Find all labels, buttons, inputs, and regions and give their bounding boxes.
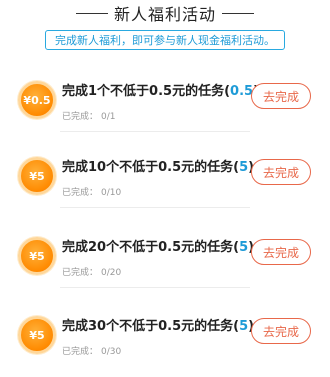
progress-label: 已完成： — [62, 268, 99, 278]
go-complete-button[interactable]: 去完成 — [251, 318, 311, 344]
progress-value: 0/1 — [101, 112, 116, 122]
coin-icon: ¥5 — [18, 237, 56, 275]
divider — [60, 287, 250, 288]
task-progress: 已完成： 0/20 — [62, 265, 121, 278]
task-title-text: 完成20个不低于0.5元的任务( — [62, 240, 240, 255]
task-title-text: 完成1个不低于0.5元的任务( — [62, 84, 231, 99]
page: 新人福利活动 完成新人福利，即可参与新人现金福利活动。 ¥0.5 完成1个不低于… — [0, 0, 330, 364]
task-item: ¥0.5 完成1个不低于0.5元的任务(0.5) 已完成：0/1 去完成 — [0, 72, 330, 142]
page-title: 新人福利活动 — [113, 5, 216, 24]
header: 新人福利活动 — [0, 0, 330, 26]
divider — [60, 207, 250, 208]
task-title-text: 完成30个不低于0.5元的任务( — [62, 319, 240, 334]
task-progress: 已完成： 0/30 — [62, 344, 121, 357]
title-right-line — [222, 12, 254, 14]
task-item: ¥5 完成10个不低于0.5元的任务(5) 已完成：0/10 去完成 — [0, 148, 330, 218]
progress-label: 已完成： — [62, 188, 99, 198]
task-reward-amount: 5 — [239, 160, 249, 175]
coin-icon: ¥5 — [18, 316, 56, 354]
go-complete-button[interactable]: 去完成 — [251, 159, 311, 185]
progress-value: 0/30 — [101, 347, 122, 357]
go-complete-button[interactable]: 去完成 — [251, 83, 311, 109]
task-item: ¥5 完成30个不低于0.5元的任务(5) 已完成：0/30 去完成 — [0, 307, 330, 377]
progress-label: 已完成： — [62, 112, 99, 122]
task-item: ¥5 完成20个不低于0.5元的任务(5) 已完成：0/20 去完成 — [0, 228, 330, 298]
task-reward-amount: 5 — [239, 240, 249, 255]
divider — [60, 131, 250, 132]
go-complete-button[interactable]: 去完成 — [251, 239, 311, 265]
task-reward-amount: 0.5 — [230, 84, 254, 99]
task-title: 完成30个不低于0.5元的任务(5) — [62, 315, 254, 334]
task-title: 完成20个不低于0.5元的任务(5) — [62, 236, 254, 255]
progress-value: 0/20 — [101, 268, 122, 278]
task-title: 完成10个不低于0.5元的任务(5) — [62, 156, 254, 175]
coin-icon: ¥5 — [18, 157, 56, 195]
progress-label: 已完成： — [62, 347, 99, 357]
task-title-text: 完成10个不低于0.5元的任务( — [62, 160, 240, 175]
task-title: 完成1个不低于0.5元的任务(0.5) — [62, 80, 259, 99]
task-reward-amount: 5 — [239, 319, 249, 334]
coin-icon: ¥0.5 — [18, 81, 56, 119]
task-progress: 已完成： 0/10 — [62, 185, 121, 198]
title-left-line — [75, 12, 108, 14]
progress-value: 0/10 — [101, 188, 122, 198]
task-progress: 已完成： 0/1 — [62, 109, 116, 122]
notice-banner: 完成新人福利，即可参与新人现金福利活动。 — [45, 30, 285, 50]
